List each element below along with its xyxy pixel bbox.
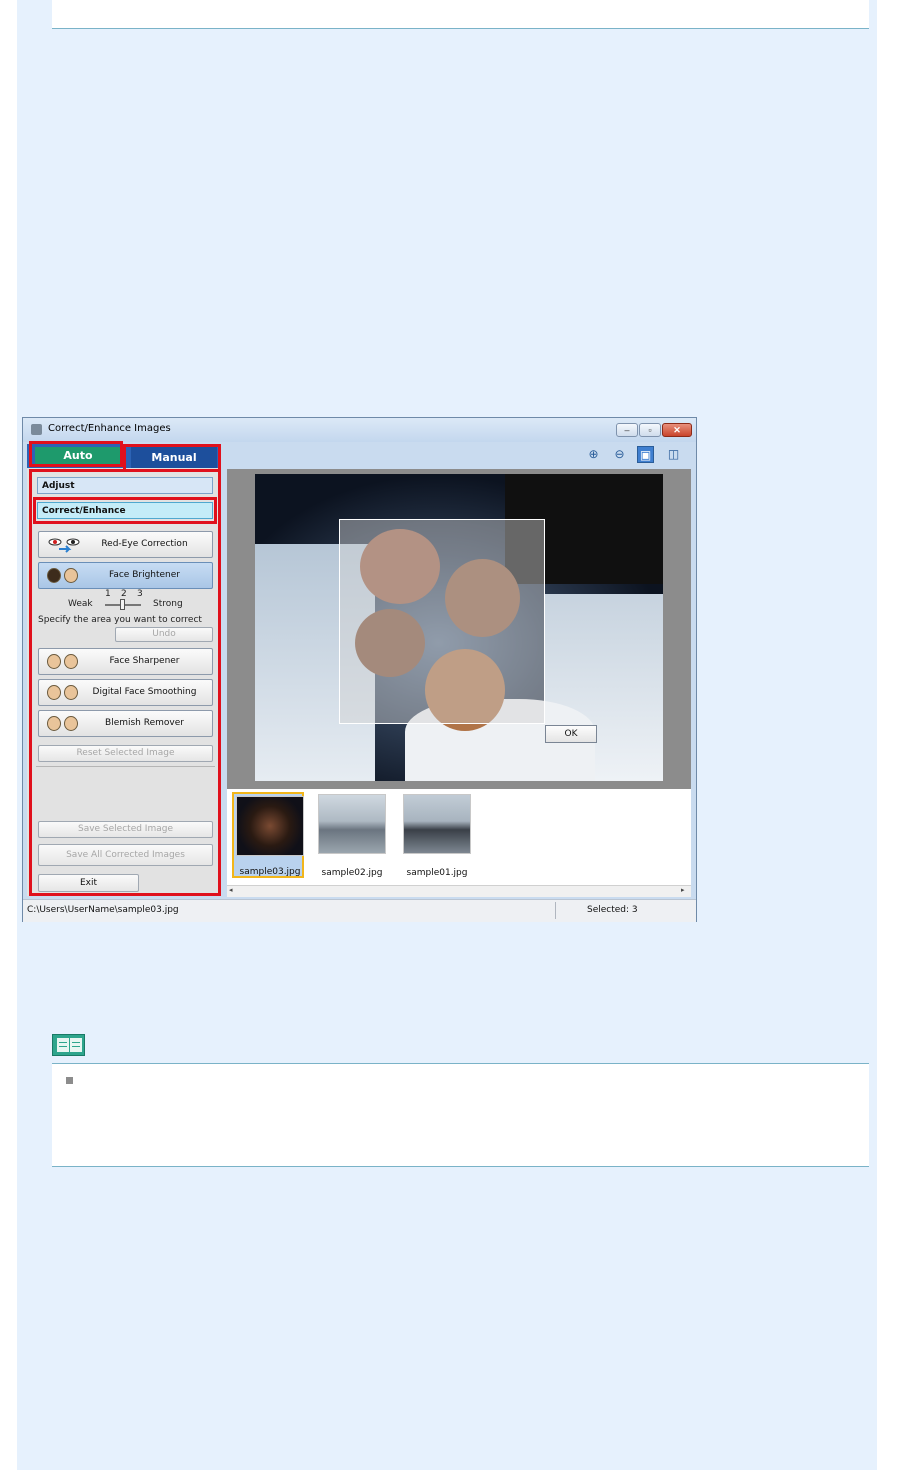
status-bar: C:\Users\UserName\sample03.jpg Selected:… bbox=[23, 899, 696, 922]
slider-tick-3: 3 bbox=[137, 589, 143, 599]
thumbnail-caption: sample01.jpg bbox=[406, 868, 468, 878]
save-all-corrected-images-button[interactable]: Save All Corrected Images bbox=[38, 844, 213, 866]
restore-button[interactable]: ▫ bbox=[639, 423, 661, 437]
scroll-right-icon[interactable]: ▸ bbox=[681, 886, 685, 894]
digital-face-smoothing-button[interactable]: Digital Face Smoothing bbox=[38, 679, 213, 706]
compare-icon[interactable]: ◫ bbox=[665, 446, 682, 463]
thumbnail-image bbox=[403, 794, 471, 854]
red-eye-correction-label: Red-Eye Correction bbox=[101, 539, 188, 549]
slider-tick-1: 1 bbox=[105, 589, 111, 599]
face-brightener-icon bbox=[47, 568, 81, 584]
thumbnail-item[interactable]: sample03.jpg bbox=[232, 792, 304, 878]
face-sharpener-label: Face Sharpener bbox=[109, 656, 180, 666]
face-smoothing-icon bbox=[47, 685, 81, 701]
save-selected-image-button[interactable]: Save Selected Image bbox=[38, 821, 213, 838]
file-path: C:\Users\UserName\sample03.jpg bbox=[27, 905, 179, 915]
undo-button[interactable]: Undo bbox=[115, 627, 213, 642]
highlight-manual-tab bbox=[123, 444, 221, 472]
thumbnail-image bbox=[318, 794, 386, 854]
slider-weak-label: Weak bbox=[68, 599, 93, 609]
note-box bbox=[52, 1063, 869, 1167]
thumbnail-item[interactable]: sample02.jpg bbox=[316, 792, 388, 878]
title-bar: Correct/Enhance Images – ▫ ✕ bbox=[23, 418, 696, 442]
thumbnail-caption: sample02.jpg bbox=[321, 868, 383, 878]
hint-text: Specify the area you want to correct bbox=[38, 615, 202, 625]
blemish-remover-button[interactable]: Blemish Remover bbox=[38, 710, 213, 737]
slider-strong-label: Strong bbox=[153, 599, 183, 609]
app-icon bbox=[31, 424, 42, 435]
face-sharpener-button[interactable]: Face Sharpener bbox=[38, 648, 213, 675]
minimize-button[interactable]: – bbox=[616, 423, 638, 437]
bullet-icon bbox=[66, 1077, 73, 1084]
horizontal-scrollbar[interactable]: ◂ ▸ bbox=[227, 885, 691, 897]
selection-rectangle[interactable] bbox=[339, 519, 545, 724]
adjust-button[interactable]: Adjust bbox=[37, 477, 213, 494]
left-panel: Auto Manual Adjust Correct/Enhance Red-E… bbox=[27, 441, 221, 896]
zoom-in-icon[interactable]: ⊕ bbox=[585, 446, 602, 463]
preview-photo[interactable]: OK bbox=[255, 474, 663, 781]
scroll-left-icon[interactable]: ◂ bbox=[229, 886, 233, 894]
view-toolbar: ⊕ ⊖ ▣ ◫ bbox=[585, 446, 695, 464]
face-sharpener-icon bbox=[47, 654, 81, 670]
digital-face-smoothing-label: Digital Face Smoothing bbox=[92, 687, 197, 697]
close-button[interactable]: ✕ bbox=[662, 423, 692, 437]
red-eye-correction-button[interactable]: Red-Eye Correction bbox=[38, 531, 213, 558]
exit-button[interactable]: Exit bbox=[38, 874, 139, 892]
correct-enhance-window: Correct/Enhance Images – ▫ ✕ Auto Manual… bbox=[22, 417, 697, 922]
face-brightener-label: Face Brightener bbox=[108, 570, 180, 580]
thumbnail-strip: sample03.jpg sample02.jpg sample01.jpg bbox=[227, 789, 691, 897]
red-eye-icon bbox=[47, 537, 81, 553]
divider bbox=[36, 766, 215, 767]
window-title: Correct/Enhance Images bbox=[48, 423, 171, 434]
whole-image-icon[interactable]: ▣ bbox=[637, 446, 654, 463]
slider-tick-2: 2 bbox=[121, 589, 127, 599]
zoom-out-icon[interactable]: ⊖ bbox=[611, 446, 628, 463]
highlight-correct-enhance bbox=[33, 497, 217, 524]
reset-selected-image-button[interactable]: Reset Selected Image bbox=[38, 745, 213, 762]
ok-button[interactable]: OK bbox=[545, 725, 597, 743]
blemish-remover-label: Blemish Remover bbox=[105, 718, 184, 728]
note-icon bbox=[52, 1034, 85, 1056]
slider-thumb[interactable] bbox=[120, 599, 125, 610]
face-brightener-button[interactable]: Face Brightener bbox=[38, 562, 213, 589]
selected-count: Selected: 3 bbox=[587, 905, 638, 915]
highlight-auto-tab bbox=[29, 441, 123, 467]
image-preview-area: OK bbox=[227, 469, 691, 789]
blemish-remover-icon bbox=[47, 716, 81, 732]
thumbnail-caption: sample03.jpg bbox=[239, 867, 301, 877]
thumbnail-image bbox=[236, 796, 304, 856]
thumbnail-item[interactable]: sample01.jpg bbox=[401, 792, 473, 878]
top-note-box bbox=[52, 0, 869, 29]
